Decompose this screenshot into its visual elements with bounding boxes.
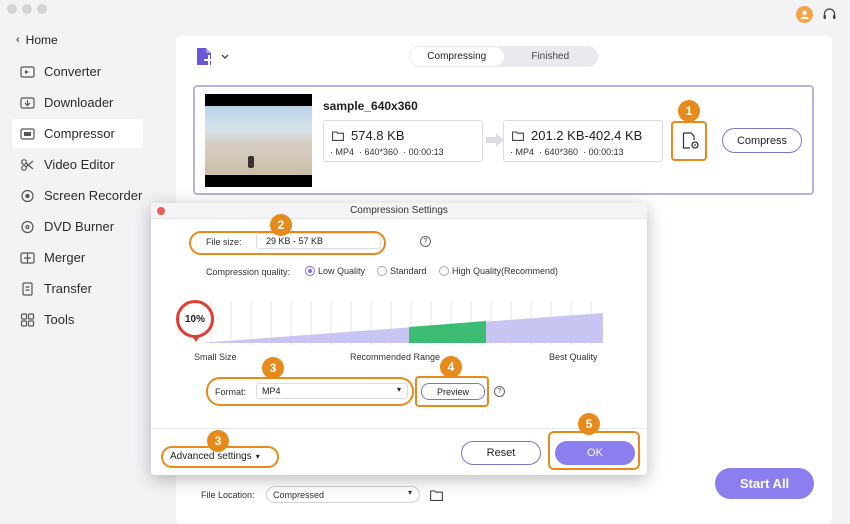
chevron-down-icon: ▾ xyxy=(407,488,412,497)
minimize-window-button[interactable] xyxy=(22,4,32,14)
sidebar: ‹ Home Converter Downloader Compressor V… xyxy=(0,0,154,524)
target-meta: · MP4 · 640*360 · 00:00:13 xyxy=(510,147,624,157)
sidebar-item-converter[interactable]: Converter xyxy=(12,57,143,86)
arrow-right-icon xyxy=(486,133,504,147)
sidebar-item-transfer[interactable]: Transfer xyxy=(12,274,143,303)
folder-icon xyxy=(512,130,524,141)
home-link[interactable]: ‹ Home xyxy=(16,33,58,47)
source-meta: · MP4 · 640*360 · 00:00:13 xyxy=(330,147,444,157)
tools-icon xyxy=(19,312,35,328)
slider-label-small-size: Small Size xyxy=(194,352,237,362)
help-icon[interactable]: ? xyxy=(494,386,505,397)
transfer-icon xyxy=(19,281,35,297)
highlight-settings xyxy=(671,121,707,161)
sidebar-item-dvd-burner[interactable]: DVD Burner xyxy=(12,212,143,241)
radio-standard[interactable]: Standard xyxy=(377,266,427,276)
radio-indicator xyxy=(377,266,387,276)
thumbnail-image xyxy=(205,106,312,175)
file-location-label: File Location: xyxy=(201,490,255,500)
step-badge-3: 3 xyxy=(262,357,284,379)
downloader-icon xyxy=(19,95,35,111)
converter-icon xyxy=(19,64,35,80)
dialog-title: Compression Settings xyxy=(151,203,647,219)
sidebar-item-tools[interactable]: Tools xyxy=(12,305,143,334)
chevron-down-icon xyxy=(221,54,229,59)
screen-recorder-icon xyxy=(19,188,35,204)
sidebar-item-screen-recorder[interactable]: Screen Recorder xyxy=(12,181,143,210)
tab-finished[interactable]: Finished xyxy=(504,47,598,66)
user-avatar-icon[interactable] xyxy=(796,6,813,23)
start-all-button[interactable]: Start All xyxy=(715,468,814,499)
highlight-format xyxy=(206,377,414,406)
slider-label-best-quality: Best Quality xyxy=(549,352,598,362)
home-label: Home xyxy=(25,33,58,47)
compress-button[interactable]: Compress xyxy=(722,128,802,153)
slider-label-recommended: Recommended Range xyxy=(350,352,441,362)
target-size: 201.2 KB-402.4 KB xyxy=(531,128,643,143)
quality-slider[interactable] xyxy=(191,301,603,345)
tab-compressing[interactable]: Compressing xyxy=(410,47,504,66)
support-headset-icon[interactable] xyxy=(821,6,838,23)
sidebar-item-video-editor[interactable]: Video Editor xyxy=(12,150,143,179)
source-info-box: 574.8 KB · MP4 · 640*360 · 00:00:13 xyxy=(323,120,483,162)
sidebar-item-downloader[interactable]: Downloader xyxy=(12,88,143,117)
highlight-file-size xyxy=(189,231,386,255)
video-thumbnail[interactable] xyxy=(205,94,312,187)
target-info-box: 201.2 KB-402.4 KB · MP4 · 640*360 · 00:0… xyxy=(503,120,663,162)
reset-button[interactable]: Reset xyxy=(461,441,541,465)
file-name: sample_640x360 xyxy=(323,99,418,113)
sidebar-item-merger[interactable]: Merger xyxy=(12,243,143,272)
help-icon[interactable]: ? xyxy=(420,236,431,247)
highlight-preview xyxy=(415,376,489,407)
radio-low-quality[interactable]: Low Quality xyxy=(305,266,365,276)
add-file-icon xyxy=(197,48,214,65)
radio-indicator xyxy=(305,266,315,276)
step-badge-3b: 3 xyxy=(207,430,229,452)
file-location-select[interactable]: Compressed ▾ xyxy=(266,486,420,503)
video-editor-icon xyxy=(19,157,35,173)
status-tabs: Compressing Finished xyxy=(409,46,598,67)
quality-slider-track xyxy=(199,313,603,343)
compression-quality-label: Compression quality: xyxy=(206,267,291,277)
step-badge-4: 4 xyxy=(440,356,462,378)
close-window-button[interactable] xyxy=(7,4,17,14)
source-size: 574.8 KB xyxy=(351,128,405,143)
radio-high-quality[interactable]: High Quality(Recommend) xyxy=(439,266,558,276)
quality-slider-handle[interactable]: 10% xyxy=(176,300,214,342)
step-badge-2: 2 xyxy=(270,214,292,236)
window-controls xyxy=(7,4,47,14)
recommended-range xyxy=(409,321,486,343)
highlight-ok xyxy=(548,431,640,470)
chevron-left-icon: ‹ xyxy=(16,34,20,46)
sidebar-item-compressor[interactable]: Compressor xyxy=(12,119,143,148)
merger-icon xyxy=(19,250,35,266)
add-file-button[interactable] xyxy=(195,46,229,68)
radio-indicator xyxy=(439,266,449,276)
dvd-burner-icon xyxy=(19,219,35,235)
zoom-window-button[interactable] xyxy=(37,4,47,14)
sidebar-nav: Converter Downloader Compressor Video Ed… xyxy=(12,57,143,336)
step-badge-1: 1 xyxy=(678,100,700,122)
compressor-icon xyxy=(19,126,35,142)
step-badge-5: 5 xyxy=(578,413,600,435)
open-folder-button[interactable] xyxy=(430,488,443,506)
folder-icon xyxy=(332,130,344,141)
dialog-divider xyxy=(151,428,647,429)
file-card: sample_640x360 574.8 KB · MP4 · 640*360 … xyxy=(193,85,814,195)
folder-icon xyxy=(430,490,443,501)
dialog-close-button[interactable] xyxy=(157,207,165,215)
